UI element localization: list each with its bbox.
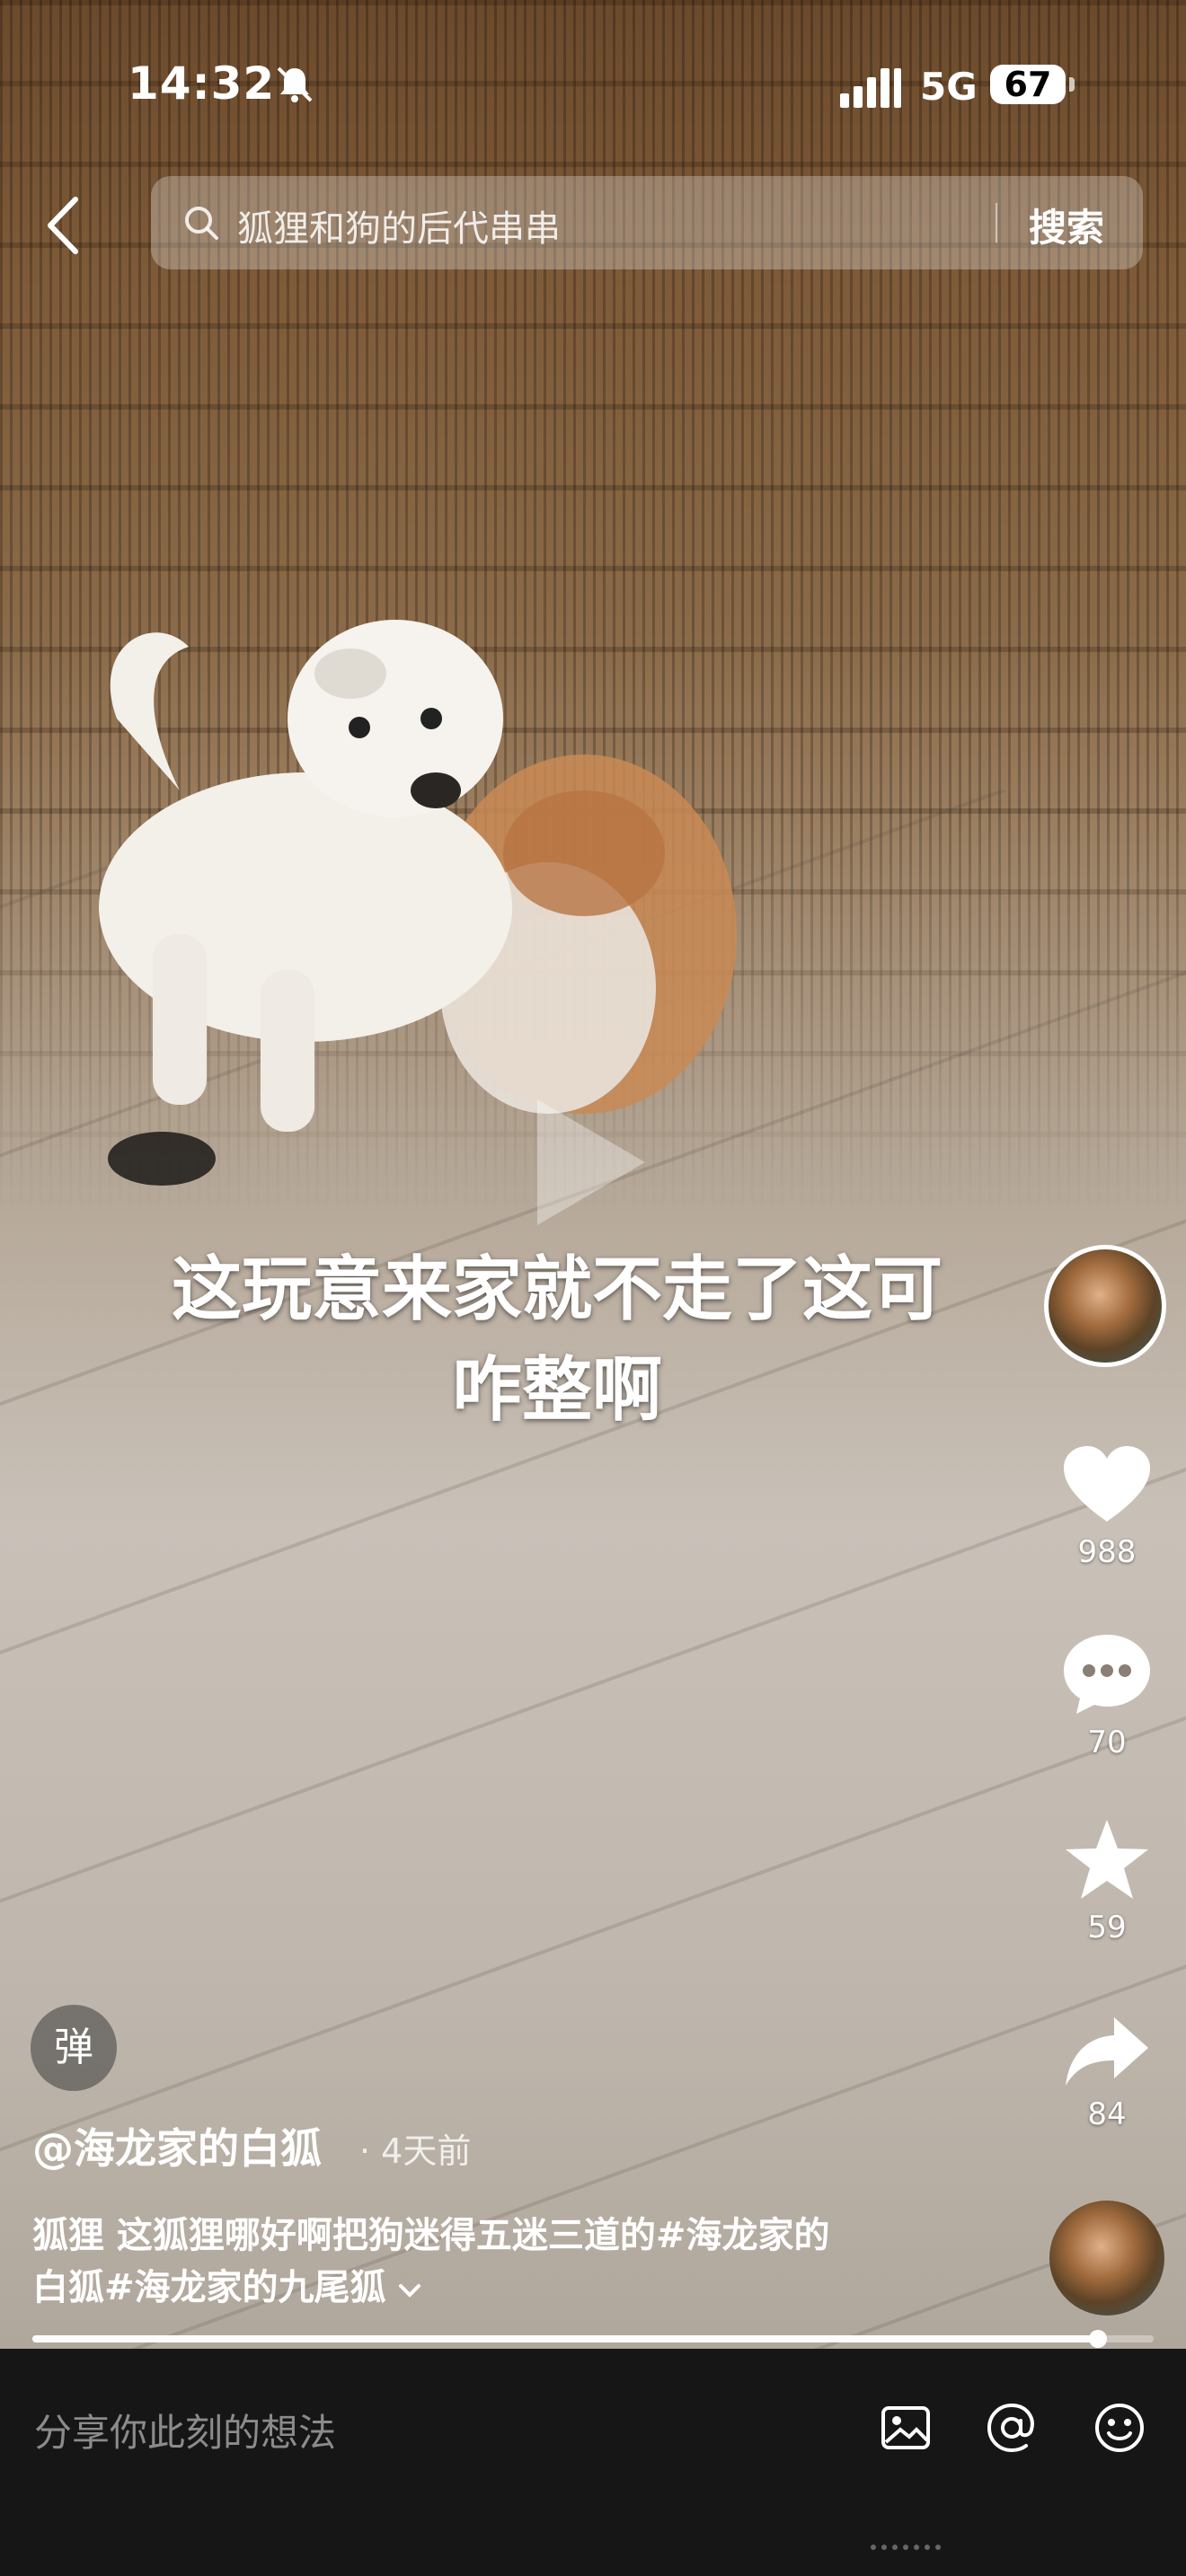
share-button[interactable]: 84 <box>1044 2016 1170 2132</box>
share-icon <box>1066 2017 1148 2086</box>
at-icon[interactable] <box>985 2401 1039 2455</box>
video-progress-bar[interactable] <box>32 2330 1154 2348</box>
comment-input[interactable]: 分享你此刻的想法 <box>34 2403 336 2457</box>
status-bar: 14:32 5G 67 <box>0 0 1186 171</box>
subtitle-line-1: 这玩意来家就不走了这可 <box>171 1249 943 1330</box>
description-line-2: 白狐#海龙家的九尾狐 <box>32 2262 1021 2314</box>
image-icon[interactable] <box>879 2401 933 2455</box>
battery-level: 67 <box>990 65 1066 104</box>
author-name[interactable]: @海龙家的白狐 <box>32 2116 322 2175</box>
emoji-icon[interactable] <box>1093 2401 1146 2455</box>
heart-icon <box>1064 1446 1150 1522</box>
comment-icon <box>1064 1635 1150 1714</box>
video-player[interactable]: 这玩意来家就不走了这可 咋整啊 988 70 59 84 弹 @海龙家的白狐 ·… <box>0 0 1186 2349</box>
like-button[interactable]: 988 <box>1044 1444 1170 1570</box>
search-icon <box>185 207 218 240</box>
favorite-button[interactable]: 59 <box>1044 1818 1170 1945</box>
description-line-1: 狐狸 这狐狸哪好啊把狗迷得五迷三道的#海龙家的 <box>32 2215 830 2256</box>
battery-tip <box>1069 77 1075 92</box>
search-divider <box>996 203 997 243</box>
video-progress-knob[interactable] <box>1088 2330 1107 2348</box>
like-count: 988 <box>1077 1534 1137 1570</box>
video-subtitle: 这玩意来家就不走了这可 咋整啊 <box>108 1239 1006 1441</box>
video-frame-animals <box>99 620 737 1186</box>
network-type: 5G <box>920 65 978 109</box>
search-bar[interactable]: 狐狸和狗的后代串串 搜索 <box>151 176 1143 269</box>
music-disc-avatar[interactable] <box>1049 2201 1164 2316</box>
star-icon <box>1066 1820 1148 1899</box>
danmu-toggle[interactable]: 弹 <box>31 2005 117 2091</box>
play-icon[interactable] <box>519 1090 654 1234</box>
share-count: 84 <box>1087 2096 1127 2132</box>
subtitle-line-2: 咋整啊 <box>451 1350 662 1431</box>
chevron-down-icon[interactable] <box>398 2281 421 2299</box>
video-progress-fill <box>32 2335 1098 2342</box>
chevron-left-icon[interactable] <box>41 194 86 257</box>
comment-bar: 分享你此刻的想法 <box>0 2349 1186 2576</box>
search-button[interactable]: 搜索 <box>1029 198 1104 252</box>
signal-icon <box>840 68 901 108</box>
bell-off-icon <box>277 66 313 102</box>
post-time: · 4天前 <box>359 2131 472 2171</box>
comment-count: 70 <box>1087 1725 1127 1760</box>
video-description[interactable]: 狐狸 这狐狸哪好啊把狗迷得五迷三道的#海龙家的 白狐#海龙家的九尾狐 <box>32 2210 1021 2314</box>
author-avatar[interactable] <box>1044 1245 1166 1367</box>
status-time: 14:32 <box>128 57 276 110</box>
home-indicator-dots <box>871 2545 941 2550</box>
search-input[interactable]: 狐狸和狗的后代串串 <box>237 199 561 251</box>
comment-button[interactable]: 70 <box>1044 1633 1170 1760</box>
favorite-count: 59 <box>1087 1910 1127 1945</box>
